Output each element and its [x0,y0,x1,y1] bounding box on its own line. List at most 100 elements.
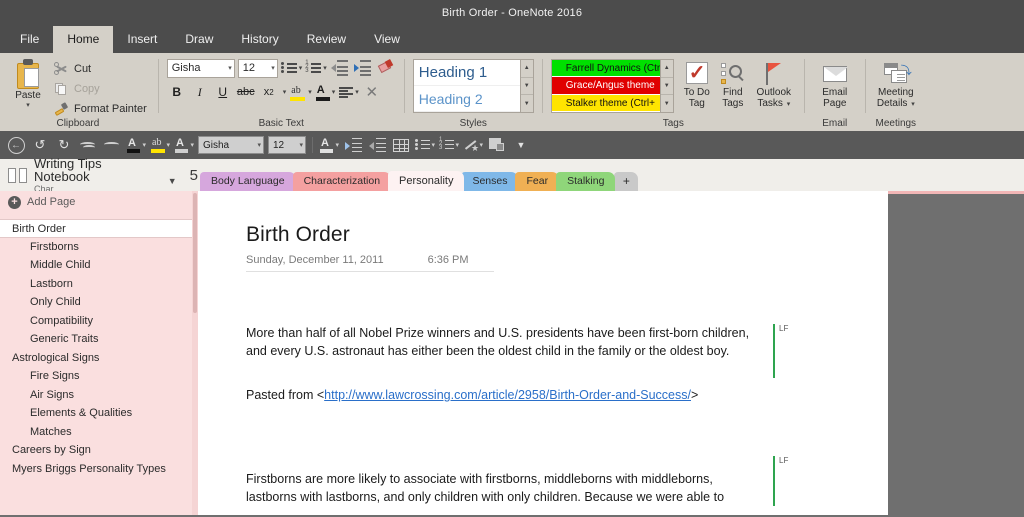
ribbon-tab-history[interactable]: History [227,26,292,53]
page-item-fire-signs[interactable]: Fire Signs [0,367,198,386]
chevron-down-icon[interactable]: ▾ [787,101,791,108]
email-page-button[interactable]: Email Page [813,59,857,109]
highlight-button-qat[interactable]: ab ▾ [150,135,170,155]
italic-button[interactable]: I [190,82,210,102]
scrollbar-thumb[interactable] [193,193,197,313]
chevron-down-icon[interactable]: ▾ [911,101,915,108]
section-tab-body-language[interactable]: Body Language [200,172,296,191]
ribbon-tab-insert[interactable]: Insert [113,26,171,53]
copy-button[interactable]: Copy [50,80,150,97]
shapes-button[interactable] [487,135,507,155]
chevron-down-icon[interactable]: ▾ [455,141,459,149]
ribbon-tab-review[interactable]: Review [293,26,360,53]
to-do-tag-button[interactable]: ✓ To Do Tag [680,59,714,109]
insert-table-button[interactable] [391,135,411,155]
undo-button[interactable]: ↺ [30,135,50,155]
chevron-down-icon[interactable]: ▾ [283,88,287,96]
font-size-combo[interactable]: 12 ▾ [237,58,278,78]
eraser-stroke-button[interactable] [102,135,122,155]
tag-farrell-dynamics[interactable]: Farrell Dynamics (Ctr [551,60,660,78]
chevron-down-icon[interactable]: ▾ [355,88,359,96]
style-heading-1[interactable]: Heading 1 [413,60,520,86]
ribbon-tab-view[interactable]: View [360,26,414,53]
scroll-down-icon[interactable]: ▼ [520,78,533,96]
clear-formatting-button[interactable]: ✕ [362,82,382,102]
source-link[interactable]: http://www.lawcrossing.com/article/2958/… [324,388,691,402]
section-tab-characterization[interactable]: Characterization [292,172,392,191]
meeting-details-button[interactable]: ⤵ Meeting Details ▾ [874,59,918,110]
customize-toolbar-button[interactable]: ▼ [511,135,531,155]
ink-color-button[interactable]: A ▾ [126,135,146,155]
page-item-careers-by-sign[interactable]: Careers by Sign [0,441,198,460]
chevron-down-icon[interactable]: ▾ [335,141,339,149]
qat-font-size-combo[interactable]: 12 ▾ [268,136,306,154]
scroll-up-icon[interactable]: ▲ [520,60,533,78]
styles-more-icon[interactable]: ▼ [521,95,533,112]
chevron-down-icon[interactable]: ▾ [142,141,146,149]
increase-indent-button[interactable] [353,58,373,78]
chevron-down-icon[interactable]: ▾ [190,141,194,149]
bullet-list-button-qat[interactable]: ▾ [415,135,435,155]
underline-button[interactable]: U [213,82,233,102]
increase-indent-button-qat[interactable] [343,135,363,155]
page-item-lastborn[interactable]: Lastborn [0,275,198,294]
page-item-myers-briggs[interactable]: Myers Briggs Personality Types [0,460,198,479]
pen-button[interactable] [78,135,98,155]
page-item-firstborns[interactable]: Firstborns [0,238,198,257]
page-item-matches[interactable]: Matches [0,423,198,442]
bullet-list-button[interactable]: ▾ [280,58,303,78]
paragraph-nobel[interactable]: More than half of all Nobel Prize winner… [246,324,788,378]
tag-stalker-theme[interactable]: Stalker theme (Ctrl+ [551,94,660,112]
page-item-elements-qualities[interactable]: Elements & Qualities [0,404,198,423]
chevron-down-icon[interactable]: ▾ [323,64,327,72]
add-section-button[interactable]: + [614,172,639,191]
styles-scroll-spinner[interactable]: ▲ ▼ ▼ [520,59,534,113]
notebook-selector[interactable]: Writing Tips Notebook Char ▼ 5 [0,157,198,193]
section-tab-stalking[interactable]: Stalking [556,172,616,191]
back-button[interactable]: ← [6,135,26,155]
chevron-down-icon[interactable]: ▾ [479,141,483,149]
page-item-compatibility[interactable]: Compatibility [0,312,198,331]
page-item-astrological-signs[interactable]: Astrological Signs [0,349,198,368]
format-painter-button[interactable]: Format Painter [50,100,150,117]
chevron-down-icon[interactable]: ▾ [26,102,30,109]
find-tags-button[interactable]: Find Tags [716,59,750,109]
ribbon-tab-file[interactable]: File [6,26,53,53]
ribbon-tab-draw[interactable]: Draw [171,26,227,53]
ribbon-tab-home[interactable]: Home [53,26,114,53]
page-item-air-signs[interactable]: Air Signs [0,386,198,405]
add-page-button[interactable]: + Add Page [0,191,198,213]
cut-button[interactable]: Cut [50,60,150,77]
chevron-down-icon[interactable]: ▾ [431,141,435,149]
paragraph-firstborns[interactable]: Firstborns are more likely to associate … [246,456,788,506]
style-heading-2[interactable]: Heading 2 [413,86,520,112]
text-color-button-qat[interactable]: A ▾ [174,135,194,155]
highlight-button[interactable]: ab ▾ [289,82,312,102]
redo-button[interactable]: ↻ [54,135,74,155]
decrease-indent-button-qat[interactable] [367,135,387,155]
font-name-combo[interactable]: Gisha ▾ [166,58,235,78]
section-tab-fear[interactable]: Fear [515,172,560,191]
tags-more-icon[interactable]: ▼ [661,95,673,112]
styles-gallery[interactable]: Heading 1 Heading 2 [412,59,521,113]
outlook-tasks-button[interactable]: Outlook Tasks ▾ [752,59,796,110]
subscript-button[interactable]: x2 [259,82,279,102]
tag-button-qat[interactable]: ★ ▾ [463,135,483,155]
chevron-down-icon[interactable]: ▾ [166,141,170,149]
note-page[interactable]: Birth Order Sunday, December 11, 2011 6:… [198,191,888,515]
page-item-birth-order[interactable]: Birth Order [0,219,198,238]
paste-button[interactable]: Paste ▾ [6,57,50,109]
chevron-down-icon[interactable]: ▼ [168,176,177,186]
chevron-down-icon[interactable]: ▾ [332,88,336,96]
bold-button[interactable]: B [167,82,187,102]
page-item-only-child[interactable]: Only Child [0,293,198,312]
page-item-generic-traits[interactable]: Generic Traits [0,330,198,349]
numbered-list-button-qat[interactable]: 123 ▾ [439,135,459,155]
chevron-down-icon[interactable]: ▾ [299,64,303,72]
scroll-down-icon[interactable]: ▼ [660,78,673,96]
align-button[interactable]: ▾ [338,82,359,102]
tag-grace-angus-theme[interactable]: Grace/Angus theme [551,77,660,95]
font-color-button[interactable]: A ▾ [315,82,336,102]
section-tab-personality[interactable]: Personality [388,171,465,191]
page-title[interactable]: Birth Order [246,223,888,247]
